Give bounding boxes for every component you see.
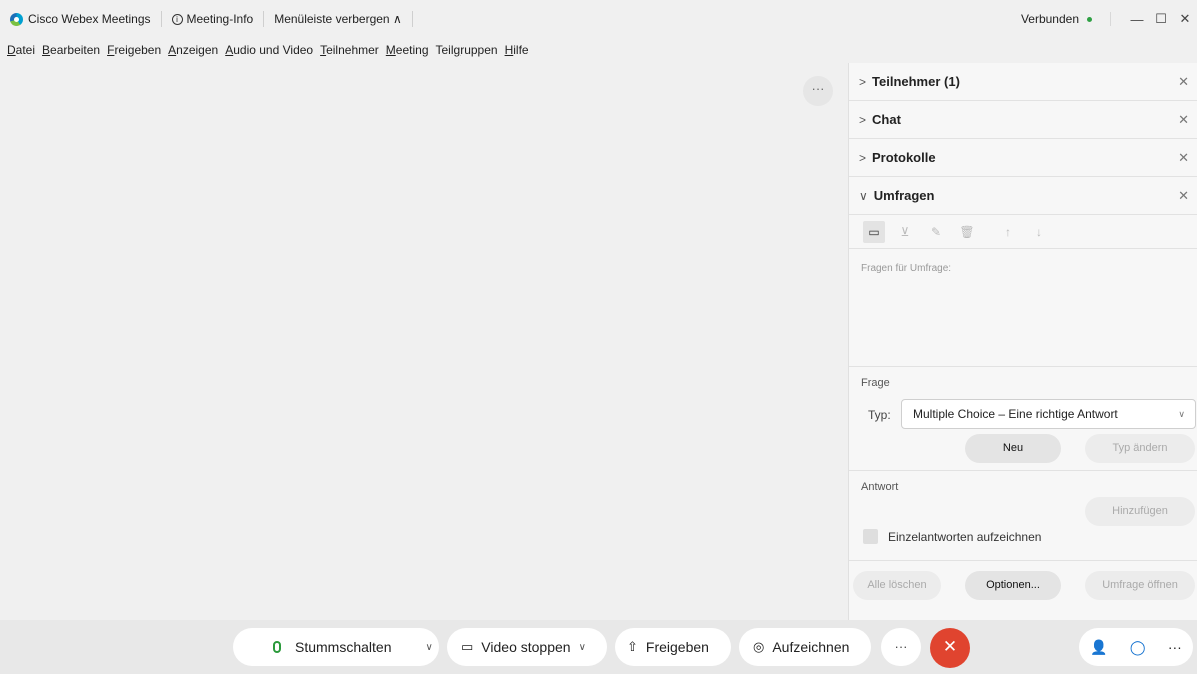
answer-section: Antwort Hinzufügen Einzelantworten aufze… [849,471,1197,561]
menu-freigeben[interactable]: Freigeben [107,43,161,57]
question-section: Frage Typ: Multiple Choice – Eine richti… [849,367,1197,471]
meeting-info-label: Meeting-Info [186,12,254,26]
open-folder-icon[interactable]: ▭ [863,220,885,243]
menu-teilnehmer[interactable]: Teilnehmer [320,43,379,57]
participants-panel-icon[interactable]: 👤 [1090,639,1107,656]
share-label: Freigeben [645,639,709,655]
poll-actions: Alle löschen Optionen... Umfrage öffnen [849,561,1197,613]
meeting-controls: Stummschalten ∨ ▭ Video stoppen ∨ ⇧ Frei… [0,620,1197,674]
participants-panel-header[interactable]: > Teilnehmer (1) ✕ [849,63,1197,101]
connection-status-label: Verbunden [1020,12,1079,26]
chat-panel-icon[interactable]: ◯ [1130,639,1146,656]
maximize-button[interactable]: ☐ [1149,11,1173,27]
open-poll-button[interactable]: Umfrage öffnen [1085,571,1195,600]
mute-options-chevron-icon[interactable]: ∨ [425,642,432,653]
close-participants-icon[interactable]: ✕ [1178,74,1189,90]
move-up-icon[interactable]: ↑ [997,221,1019,243]
close-window-button[interactable]: ✕ [1173,11,1197,27]
microphone-icon [273,641,281,653]
chat-panel-header[interactable]: > Chat ✕ [849,101,1197,139]
polls-title: Umfragen [873,188,935,203]
meeting-stage: ··· [7,63,847,620]
add-answer-button[interactable]: Hinzufügen [1085,497,1195,526]
webex-logo-icon [10,12,23,26]
poll-questions-area: Fragen für Umfrage: [849,249,1197,367]
close-logs-icon[interactable]: ✕ [1178,150,1189,166]
title-bar: Cisco Webex Meetings i Meeting-Info Menü… [0,0,1197,38]
side-panel: > Teilnehmer (1) ✕ > Chat ✕ > Protokolle… [848,63,1197,620]
record-individual-checkbox[interactable] [863,529,878,544]
menu-anzeigen[interactable]: Anzeigen [168,43,218,57]
participants-title: Teilnehmer (1) [872,74,960,89]
chevron-right-icon: > [859,112,867,127]
app-title: Cisco Webex Meetings [0,11,162,27]
chevron-down-icon: ∨ [1178,409,1185,419]
logs-panel-header[interactable]: > Protokolle ✕ [849,139,1197,177]
mute-button[interactable]: Stummschalten ∨ [233,628,439,666]
stop-video-label: Video stoppen [481,639,571,655]
menu-teilgruppen[interactable]: Teilgruppen [436,43,498,57]
share-button[interactable]: ⇧ Freigeben [615,628,731,666]
record-button[interactable]: ◎ Aufzeichnen [739,628,871,666]
answer-section-label: Antwort [861,481,899,493]
menu-bar: Datei Bearbeiten Freigeben Anzeigen Audi… [0,38,1197,62]
question-type-value: Multiple Choice – Eine richtige Antwort [913,407,1118,421]
meeting-info-button[interactable]: i Meeting-Info [162,11,265,27]
question-type-select[interactable]: Multiple Choice – Eine richtige Antwort … [901,399,1196,429]
polls-panel-header[interactable]: ∨ Umfragen ✕ [849,177,1197,215]
end-meeting-button[interactable]: ✕ [930,628,970,668]
save-icon[interactable]: ⊻ [894,221,916,243]
logs-title: Protokolle [872,150,936,165]
hide-menu-label: Menüleiste verbergen ∧ [274,12,402,26]
change-type-button[interactable]: Typ ändern [1085,434,1195,463]
record-label: Aufzeichnen [772,639,850,655]
more-options-button[interactable]: ··· [881,628,921,666]
delete-icon[interactable]: 🗑 [956,221,978,243]
type-label: Typ: [868,408,891,422]
chat-title: Chat [872,112,901,127]
minimize-button[interactable]: — [1125,12,1149,27]
menu-hilfe[interactable]: Hilfe [505,43,529,57]
menu-bearbeiten[interactable]: Bearbeiten [42,43,100,57]
more-panels-icon[interactable]: ··· [1168,639,1182,655]
connected-dot-icon [1087,16,1092,22]
share-icon: ⇧ [627,639,638,654]
mute-label: Stummschalten [295,639,392,655]
question-section-label: Frage [861,377,890,389]
close-chat-icon[interactable]: ✕ [1178,112,1189,128]
stage-more-options-button[interactable]: ··· [803,76,833,106]
options-button[interactable]: Optionen... [965,571,1061,600]
connection-status: Verbunden [1021,12,1111,26]
chevron-right-icon: > [859,74,867,89]
move-down-icon[interactable]: ↓ [1028,221,1050,243]
video-options-chevron-icon[interactable]: ∨ [579,642,586,653]
hide-menu-button[interactable]: Menüleiste verbergen ∧ [264,11,413,27]
new-question-button[interactable]: Neu [965,434,1061,463]
clear-all-button[interactable]: Alle löschen [853,571,941,600]
record-icon: ◎ [753,639,765,654]
record-individual-label: Einzelantworten aufzeichnen [888,530,1042,544]
stop-video-button[interactable]: ▭ Video stoppen ∨ [447,628,607,666]
menu-meeting[interactable]: Meeting [386,43,429,57]
menu-audio-video[interactable]: Audio und Video [225,43,313,57]
chevron-right-icon: > [859,150,867,165]
info-icon: i [171,13,183,25]
chevron-down-icon: ∨ [859,188,868,203]
app-name: Cisco Webex Meetings [28,12,151,26]
menu-datei[interactable]: Datei [7,43,35,57]
close-polls-icon[interactable]: ✕ [1178,188,1189,204]
panel-toggles: 👤 ◯ ··· [1079,628,1193,666]
poll-toolbar: ▭ ⊻ ✎ 🗑 ↑ ↓ [849,215,1197,249]
video-camera-icon: ▭ [461,639,474,654]
poll-questions-label: Fragen für Umfrage: [861,263,952,274]
edit-icon[interactable]: ✎ [925,221,947,243]
